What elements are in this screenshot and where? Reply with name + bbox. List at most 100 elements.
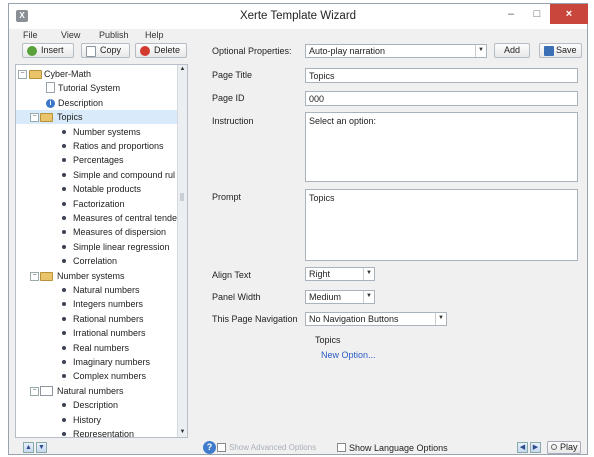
tree-node[interactable]: − Cyber-Math — [16, 67, 179, 81]
show-language-label: Show Language Options — [349, 443, 448, 453]
panel-width-label: Panel Width — [212, 292, 261, 302]
bullet-icon — [62, 244, 66, 249]
tree-scrollbar[interactable]: ▲ ▼ — [177, 65, 187, 437]
chevron-down-icon: ▼ — [435, 313, 446, 325]
page-tree: − Cyber-Math Tutorial System i Description − T… — [15, 64, 188, 438]
tree-node[interactable]: Natural numbers — [16, 283, 179, 297]
tree-node[interactable]: Integers numbers — [16, 297, 179, 311]
scroll-down-icon[interactable]: ▼ — [178, 428, 187, 437]
play-button[interactable]: Play — [547, 441, 581, 454]
tree-node[interactable]: Percentages — [16, 153, 179, 167]
tree-node[interactable]: Simple and compound rul — [16, 168, 179, 182]
bullet-icon — [62, 230, 66, 235]
scroll-thumb[interactable] — [180, 193, 184, 201]
instruction-textarea[interactable]: Select an option: — [305, 112, 578, 182]
navigation-select[interactable]: No Navigation Buttons ▼ — [305, 312, 447, 326]
move-down-icon[interactable]: ▼ — [36, 442, 47, 453]
menu-file[interactable]: File — [23, 30, 38, 40]
show-language-checkbox[interactable] — [337, 443, 346, 452]
previous-page-icon[interactable]: ◀ — [517, 442, 528, 453]
new-option-link[interactable]: New Option... — [321, 350, 376, 360]
tree-node[interactable]: Simple linear regression — [16, 240, 179, 254]
bullet-icon — [62, 403, 66, 408]
tree-node[interactable]: Imaginary numbers — [16, 355, 179, 369]
maximize-button[interactable]: □ — [524, 4, 550, 24]
collapse-toggle-icon[interactable]: − — [30, 113, 39, 123]
tree-node[interactable]: Factorization — [16, 197, 179, 211]
show-advanced-label: Show Advanced Options — [229, 443, 317, 452]
prompt-textarea[interactable]: Topics — [305, 189, 578, 261]
optional-properties-value: Auto-play narration — [309, 46, 386, 56]
menu-publish[interactable]: Publish — [99, 30, 129, 40]
tree-node[interactable]: Rational numbers — [16, 312, 179, 326]
tree-node[interactable]: Correlation — [16, 254, 179, 268]
tree-node[interactable]: History — [16, 413, 179, 427]
tree-node[interactable]: Description — [16, 398, 179, 412]
help-icon[interactable]: ? — [203, 441, 216, 454]
page-id-input[interactable]: 000 — [305, 91, 578, 106]
page-title-input[interactable]: Topics — [305, 68, 578, 83]
bullet-icon — [62, 216, 66, 220]
tree-node[interactable]: − Number systems — [16, 269, 179, 283]
page-title-label: Page Title — [212, 70, 253, 80]
move-up-icon[interactable]: ▲ — [23, 442, 34, 453]
add-button[interactable]: Add — [494, 43, 530, 58]
scroll-up-icon[interactable]: ▲ — [178, 65, 187, 74]
chevron-down-icon: ▼ — [363, 268, 374, 280]
bullet-icon — [62, 345, 66, 350]
tree-node-label: Natural numbers — [57, 385, 124, 396]
instruction-label: Instruction — [212, 116, 254, 126]
tree-node[interactable]: − Topics — [16, 110, 179, 125]
save-button[interactable]: Save — [539, 43, 582, 58]
instruction-value: Select an option: — [309, 116, 377, 126]
collapse-toggle-icon[interactable]: − — [30, 386, 39, 396]
tree-node[interactable]: Number systems — [16, 125, 179, 139]
bullet-icon — [62, 302, 66, 307]
tree-node[interactable]: Ratios and proportions — [16, 139, 179, 153]
align-text-value: Right — [309, 269, 331, 279]
insert-label: Insert — [41, 45, 64, 55]
tree-node[interactable]: Tutorial System — [16, 81, 179, 95]
menu-help[interactable]: Help — [145, 30, 164, 40]
tree-node[interactable]: Real numbers — [16, 341, 179, 355]
page-id-label: Page ID — [212, 93, 245, 103]
tree-node-label: Measures of central tende — [73, 213, 178, 223]
tree-node[interactable]: Complex numbers — [16, 369, 179, 383]
tree-node-label: Simple linear regression — [73, 241, 170, 252]
tree-node[interactable]: i Description — [16, 96, 179, 110]
folder-icon — [40, 271, 53, 281]
show-advanced-checkbox[interactable] — [217, 443, 226, 452]
panel-width-select[interactable]: Medium ▼ — [305, 290, 375, 304]
bottom-bar: ▲ ▼ ? Show Advanced Options Show Languag… — [9, 440, 587, 456]
bullet-icon — [62, 187, 66, 192]
collapse-toggle-icon[interactable]: − — [18, 70, 27, 79]
toolbar: Insert Copy Delete Optional Properties: … — [9, 43, 587, 60]
add-circle-icon — [27, 46, 37, 56]
tree-node[interactable]: Irrational numbers — [16, 326, 179, 340]
copy-label: Copy — [100, 45, 122, 55]
tree-node[interactable]: Measures of central tende — [16, 211, 179, 225]
align-text-select[interactable]: Right ▼ — [305, 267, 375, 281]
bullet-icon — [62, 331, 66, 336]
next-page-icon[interactable]: ▶ — [530, 442, 541, 453]
tree-node-label: Number systems — [57, 270, 125, 281]
close-button[interactable]: × — [550, 4, 588, 24]
menu-view[interactable]: View — [61, 30, 80, 40]
tree-node-label: Number systems — [73, 126, 141, 137]
play-icon — [551, 444, 557, 450]
tree-node[interactable]: Representation — [16, 427, 179, 437]
collapse-toggle-icon[interactable]: − — [30, 271, 39, 281]
app-window: X Xerte Template Wizard – □ × File View … — [8, 3, 588, 455]
align-text-label: Align Text — [212, 270, 251, 280]
bullet-icon — [62, 129, 66, 134]
copy-button[interactable]: Copy — [81, 43, 130, 58]
bullet-icon — [62, 158, 66, 163]
insert-button[interactable]: Insert — [22, 43, 74, 58]
tree-node[interactable]: Notable products — [16, 182, 179, 196]
minimize-button[interactable]: – — [498, 4, 524, 24]
optional-properties-select[interactable]: Auto-play narration ▼ — [305, 44, 487, 58]
tree-node[interactable]: − Natural numbers — [16, 384, 179, 398]
optional-properties-label: Optional Properties: — [212, 46, 292, 56]
delete-button[interactable]: Delete — [135, 43, 187, 58]
tree-node[interactable]: Measures of dispersion — [16, 225, 179, 239]
